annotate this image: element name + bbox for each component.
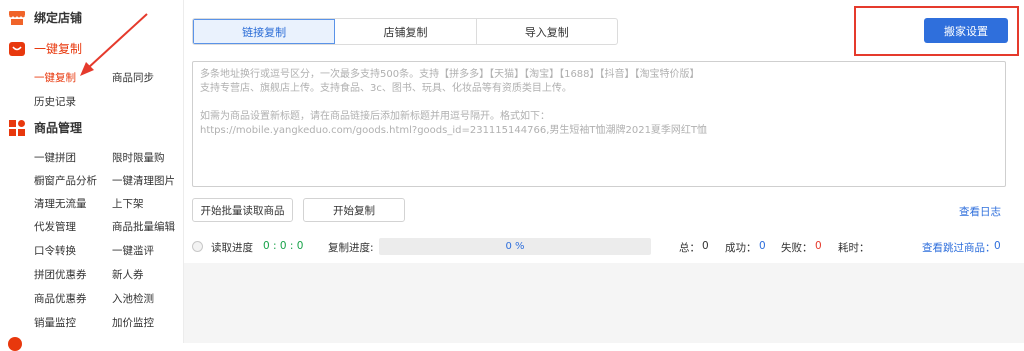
- tab-store-copy[interactable]: 店铺复制: [335, 19, 477, 44]
- tab-link-copy[interactable]: 链接复制: [193, 19, 336, 44]
- sidebar-item[interactable]: 加价监控: [112, 315, 154, 330]
- time-label: 耗时：: [838, 242, 870, 254]
- copy-progress-text: 0 %: [505, 241, 525, 252]
- placeholder-line: https://mobile.yangkeduo.com/goods.html?…: [200, 125, 708, 136]
- read-progress-value: 0 : 0 : 0: [263, 240, 304, 252]
- sidebar-item[interactable]: 入池检测: [112, 291, 154, 306]
- read-progress-label: 读取进度: [211, 242, 253, 254]
- grid-icon: [8, 119, 26, 136]
- copy-mode-tabs: 链接复制 店铺复制 导入复制: [192, 18, 618, 45]
- sidebar-section-product-management[interactable]: 商品管理: [8, 119, 82, 136]
- placeholder-line: [200, 96, 998, 110]
- sidebar-item[interactable]: 一键拼团: [34, 150, 76, 165]
- main-panel: 链接复制 店铺复制 导入复制 搬家设置 多条地址换行或逗号区分，一次最多支持50…: [184, 0, 1024, 343]
- placeholder-line: 如需为商品设置新标题，请在商品链接后添加新标题并用逗号隔开。格式如下：: [200, 111, 550, 122]
- start-copy-button[interactable]: 开始复制: [303, 198, 405, 222]
- batch-read-button[interactable]: 开始批量读取商品: [192, 198, 293, 222]
- sidebar-section-title: 商品管理: [34, 121, 83, 135]
- copy-progress-bar: 0 %: [379, 238, 651, 255]
- skipped-count: 0: [994, 240, 1001, 252]
- sidebar: 绑定店铺 一键复制 一键复制 商品同步 历史记录 商品管理 一键拼团 限时限量购…: [0, 0, 184, 351]
- success-label: 成功：: [725, 242, 757, 254]
- sidebar-item[interactable]: 商品批量编辑: [112, 219, 175, 234]
- total-label: 总：: [679, 242, 700, 254]
- sidebar-item[interactable]: 一键清理图片: [112, 173, 175, 188]
- sidebar-item[interactable]: 销量监控: [34, 315, 76, 330]
- migration-settings-button[interactable]: 搬家设置: [924, 18, 1008, 43]
- partial-icon: [8, 337, 22, 351]
- view-log-link[interactable]: 查看日志: [959, 204, 1001, 219]
- sidebar-item[interactable]: 限时限量购: [112, 150, 165, 165]
- sidebar-item[interactable]: 商品优惠券: [34, 291, 87, 306]
- sidebar-item[interactable]: 代发管理: [34, 219, 76, 234]
- links-input[interactable]: 多条地址换行或逗号区分，一次最多支持500条。支持【拼多多】【天猫】【淘宝】【1…: [192, 61, 1006, 187]
- fail-label: 失败：: [781, 242, 813, 254]
- total-value: 0: [702, 240, 709, 252]
- sidebar-item[interactable]: 清理无流量: [34, 196, 87, 211]
- red-arrow-annotation: [80, 13, 148, 76]
- copy-progress-label: 复制进度:: [328, 242, 374, 254]
- sidebar-item[interactable]: 橱窗产品分析: [34, 173, 97, 188]
- sidebar-item[interactable]: 口令转换: [34, 243, 76, 258]
- read-progress-radio[interactable]: [192, 241, 203, 252]
- sidebar-item[interactable]: 拼团优惠券: [34, 267, 87, 282]
- sidebar-item[interactable]: 新人券: [112, 267, 144, 282]
- sidebar-item[interactable]: 上下架: [112, 196, 144, 211]
- view-skipped-link[interactable]: 查看跳过商品：: [922, 240, 996, 255]
- placeholder-line: 多条地址换行或逗号区分，一次最多支持500条。支持【拼多多】【天猫】【淘宝】【1…: [200, 69, 700, 80]
- fail-value: 0: [815, 240, 822, 252]
- success-value: 0: [759, 240, 766, 252]
- tab-import-copy[interactable]: 导入复制: [477, 19, 617, 44]
- sidebar-item[interactable]: 一键滥评: [112, 243, 154, 258]
- placeholder-line: 支持专营店、旗舰店上传。支持食品、3c、图书、玩具、化妆品等有资质类目上传。: [200, 83, 572, 94]
